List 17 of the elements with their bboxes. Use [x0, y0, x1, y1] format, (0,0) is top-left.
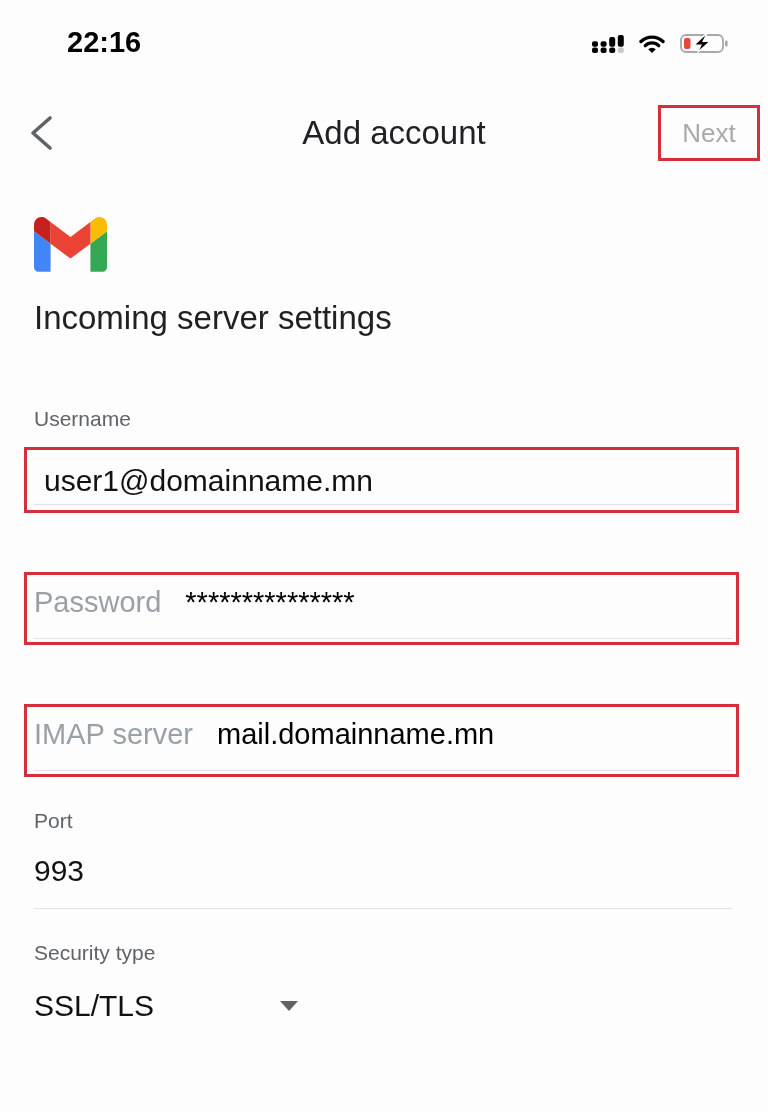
battery-charging-icon [680, 34, 728, 53]
screen-title: Add account [302, 113, 486, 153]
input-field[interactable]: IMAP server mail.domainname.mn [34, 717, 733, 771]
wifi-icon [639, 34, 665, 53]
back-icon[interactable] [28, 115, 54, 151]
input-field[interactable]: Password *************** [34, 585, 733, 639]
mail-logo-icon [34, 217, 107, 272]
caret-icon [280, 1001, 298, 1011]
signal-icon [592, 34, 624, 53]
field-label: Port [34, 809, 73, 833]
field-label: Username [34, 407, 131, 431]
input-field[interactable]: user1@domainname.mn [34, 464, 733, 505]
input-field[interactable]: 993 [34, 854, 733, 909]
section-heading: Incoming server settings [34, 298, 393, 338]
dropdown-field[interactable]: SSL/TLS [34, 986, 298, 1026]
field-label: Security type [34, 941, 156, 965]
status-time: 22:16 [67, 25, 142, 60]
